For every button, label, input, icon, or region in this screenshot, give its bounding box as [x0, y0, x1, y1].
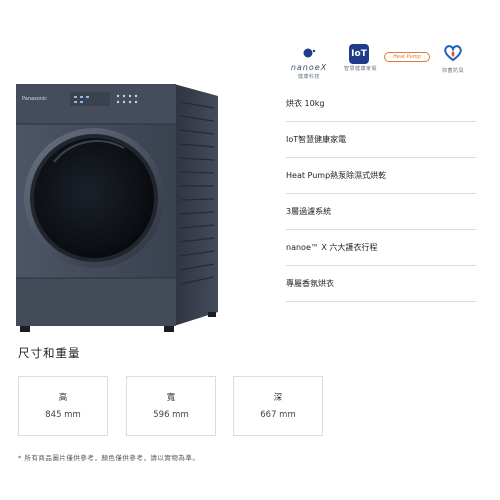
heat-pump-badge: Heat Pump	[384, 44, 430, 62]
feature-item: 烘衣 10kg	[286, 86, 476, 122]
heat-pump-icon: Heat Pump	[384, 52, 430, 62]
brand-logo: Panasonic	[22, 96, 47, 102]
nanoe-caption: 健康科技	[297, 74, 320, 80]
nanoe-word: nanoeX	[290, 63, 328, 72]
dimension-value: 667 mm	[260, 410, 296, 420]
dimension-label: 深	[273, 393, 283, 403]
feature-badges: nanoeX 健康科技 IoT 智慧健康家電 Heat Pump 抑菌防臭	[282, 44, 482, 80]
dimension-label: 高	[58, 393, 68, 403]
product-image: Panasonic	[14, 82, 220, 338]
heart-shield-icon	[444, 45, 462, 62]
feature-item: IoT智慧健康家電	[286, 122, 476, 158]
nanoe-dots-icon	[303, 48, 316, 58]
dimension-value: 845 mm	[45, 410, 81, 420]
disclaimer-note: * 所有商品圖片僅供參考，顏色僅供參考，請以實物為準。	[18, 454, 200, 462]
dimension-label: 寬	[166, 393, 176, 403]
feature-item: 3層過濾系統	[286, 194, 476, 230]
iot-icon: IoT	[349, 44, 369, 64]
dimension-card-height: 高 845 mm	[18, 376, 108, 436]
iot-caption: 智慧健康家電	[344, 66, 378, 72]
feature-item: nanoe™ X 六大護衣行程	[286, 230, 476, 266]
dryer-illustration: Panasonic	[16, 84, 218, 332]
heart-caption: 抑菌防臭	[441, 68, 464, 74]
dimension-card-width: 寬 596 mm	[126, 376, 216, 436]
iot-badge: IoT 智慧健康家電	[344, 44, 378, 72]
heart-badge: 抑菌防臭	[438, 44, 468, 74]
feature-item: Heat Pump熱泵除濕式烘乾	[286, 158, 476, 194]
dimensions-title: 尺寸和重量	[18, 346, 81, 360]
nanoe-badge: nanoeX 健康科技	[282, 44, 336, 80]
feature-item: 專屬香氛烘衣	[286, 266, 476, 302]
feature-list: 烘衣 10kg IoT智慧健康家電 Heat Pump熱泵除濕式烘乾 3層過濾系…	[286, 86, 476, 302]
dimension-value: 596 mm	[153, 410, 189, 420]
dimension-card-depth: 深 667 mm	[233, 376, 323, 436]
